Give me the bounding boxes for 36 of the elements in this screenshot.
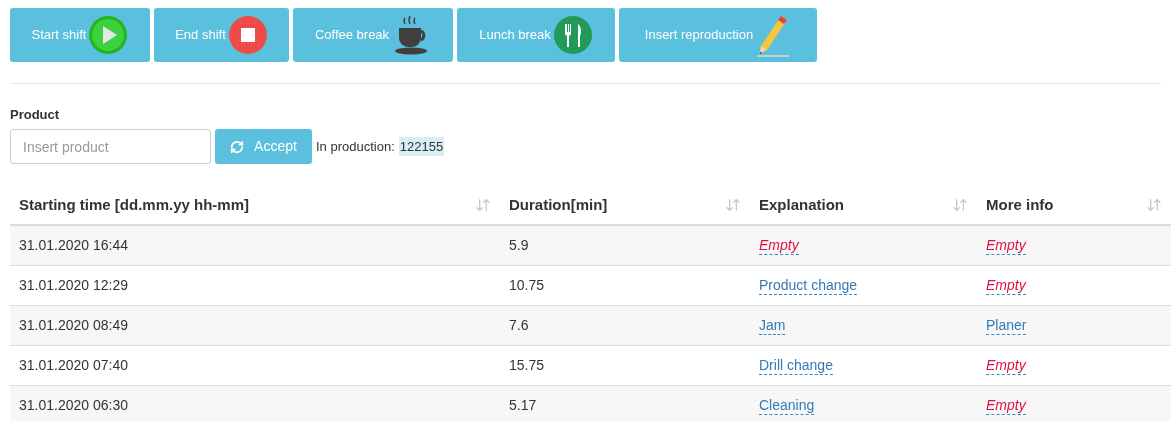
sort-icon [475, 197, 491, 213]
duration-cell-text: 15.75 [509, 356, 545, 375]
fork-knife-icon [552, 15, 593, 55]
explanation-link[interactable]: Empty [759, 236, 799, 255]
status-label: In production: [316, 137, 395, 156]
product-label: Product [10, 107, 60, 123]
more-info-link[interactable]: Empty [986, 236, 1026, 255]
stop-icon [227, 15, 268, 55]
start-time-cell-text: 31.01.2020 07:40 [19, 356, 128, 375]
explanation-link[interactable]: Jam [759, 316, 786, 335]
duration-cell-text: 5.9 [509, 236, 529, 255]
product-input-field[interactable]: Insert product [10, 129, 211, 164]
start-time-cell-text: 31.01.2020 16:44 [19, 236, 128, 255]
play-icon [88, 15, 129, 55]
sort-icon [952, 197, 968, 213]
explanation-link[interactable]: Product change [759, 276, 858, 295]
start-time-cell-text: 31.01.2020 12:29 [19, 276, 128, 295]
product-number: 122155 [398, 136, 445, 157]
refresh-icon [230, 139, 245, 154]
column-header[interactable]: More info [977, 186, 1171, 224]
duration-cell-text: 7.6 [509, 316, 529, 335]
column-header[interactable]: Starting time [dd.mm.yy hh-mm] [10, 186, 500, 224]
more-info-link[interactable]: Empty [986, 356, 1026, 375]
duration-cell-text: 5.17 [509, 396, 537, 415]
explanation-link[interactable]: Cleaning [759, 396, 815, 415]
explanation-link[interactable]: Drill change [759, 356, 833, 375]
more-info-link[interactable]: Empty [986, 276, 1026, 295]
start-time-cell-text: 31.01.2020 06:30 [19, 396, 128, 415]
duration-cell-text: 10.75 [509, 276, 545, 295]
more-info-link[interactable]: Empty [986, 396, 1026, 415]
column-header[interactable]: Explanation [750, 186, 977, 224]
start-time-cell-text: 31.01.2020 08:49 [19, 316, 128, 335]
sort-icon [725, 197, 741, 213]
sort-icon [1146, 197, 1162, 213]
more-info-link[interactable]: Planer [986, 316, 1027, 335]
column-header[interactable]: Duration[min] [500, 186, 750, 224]
